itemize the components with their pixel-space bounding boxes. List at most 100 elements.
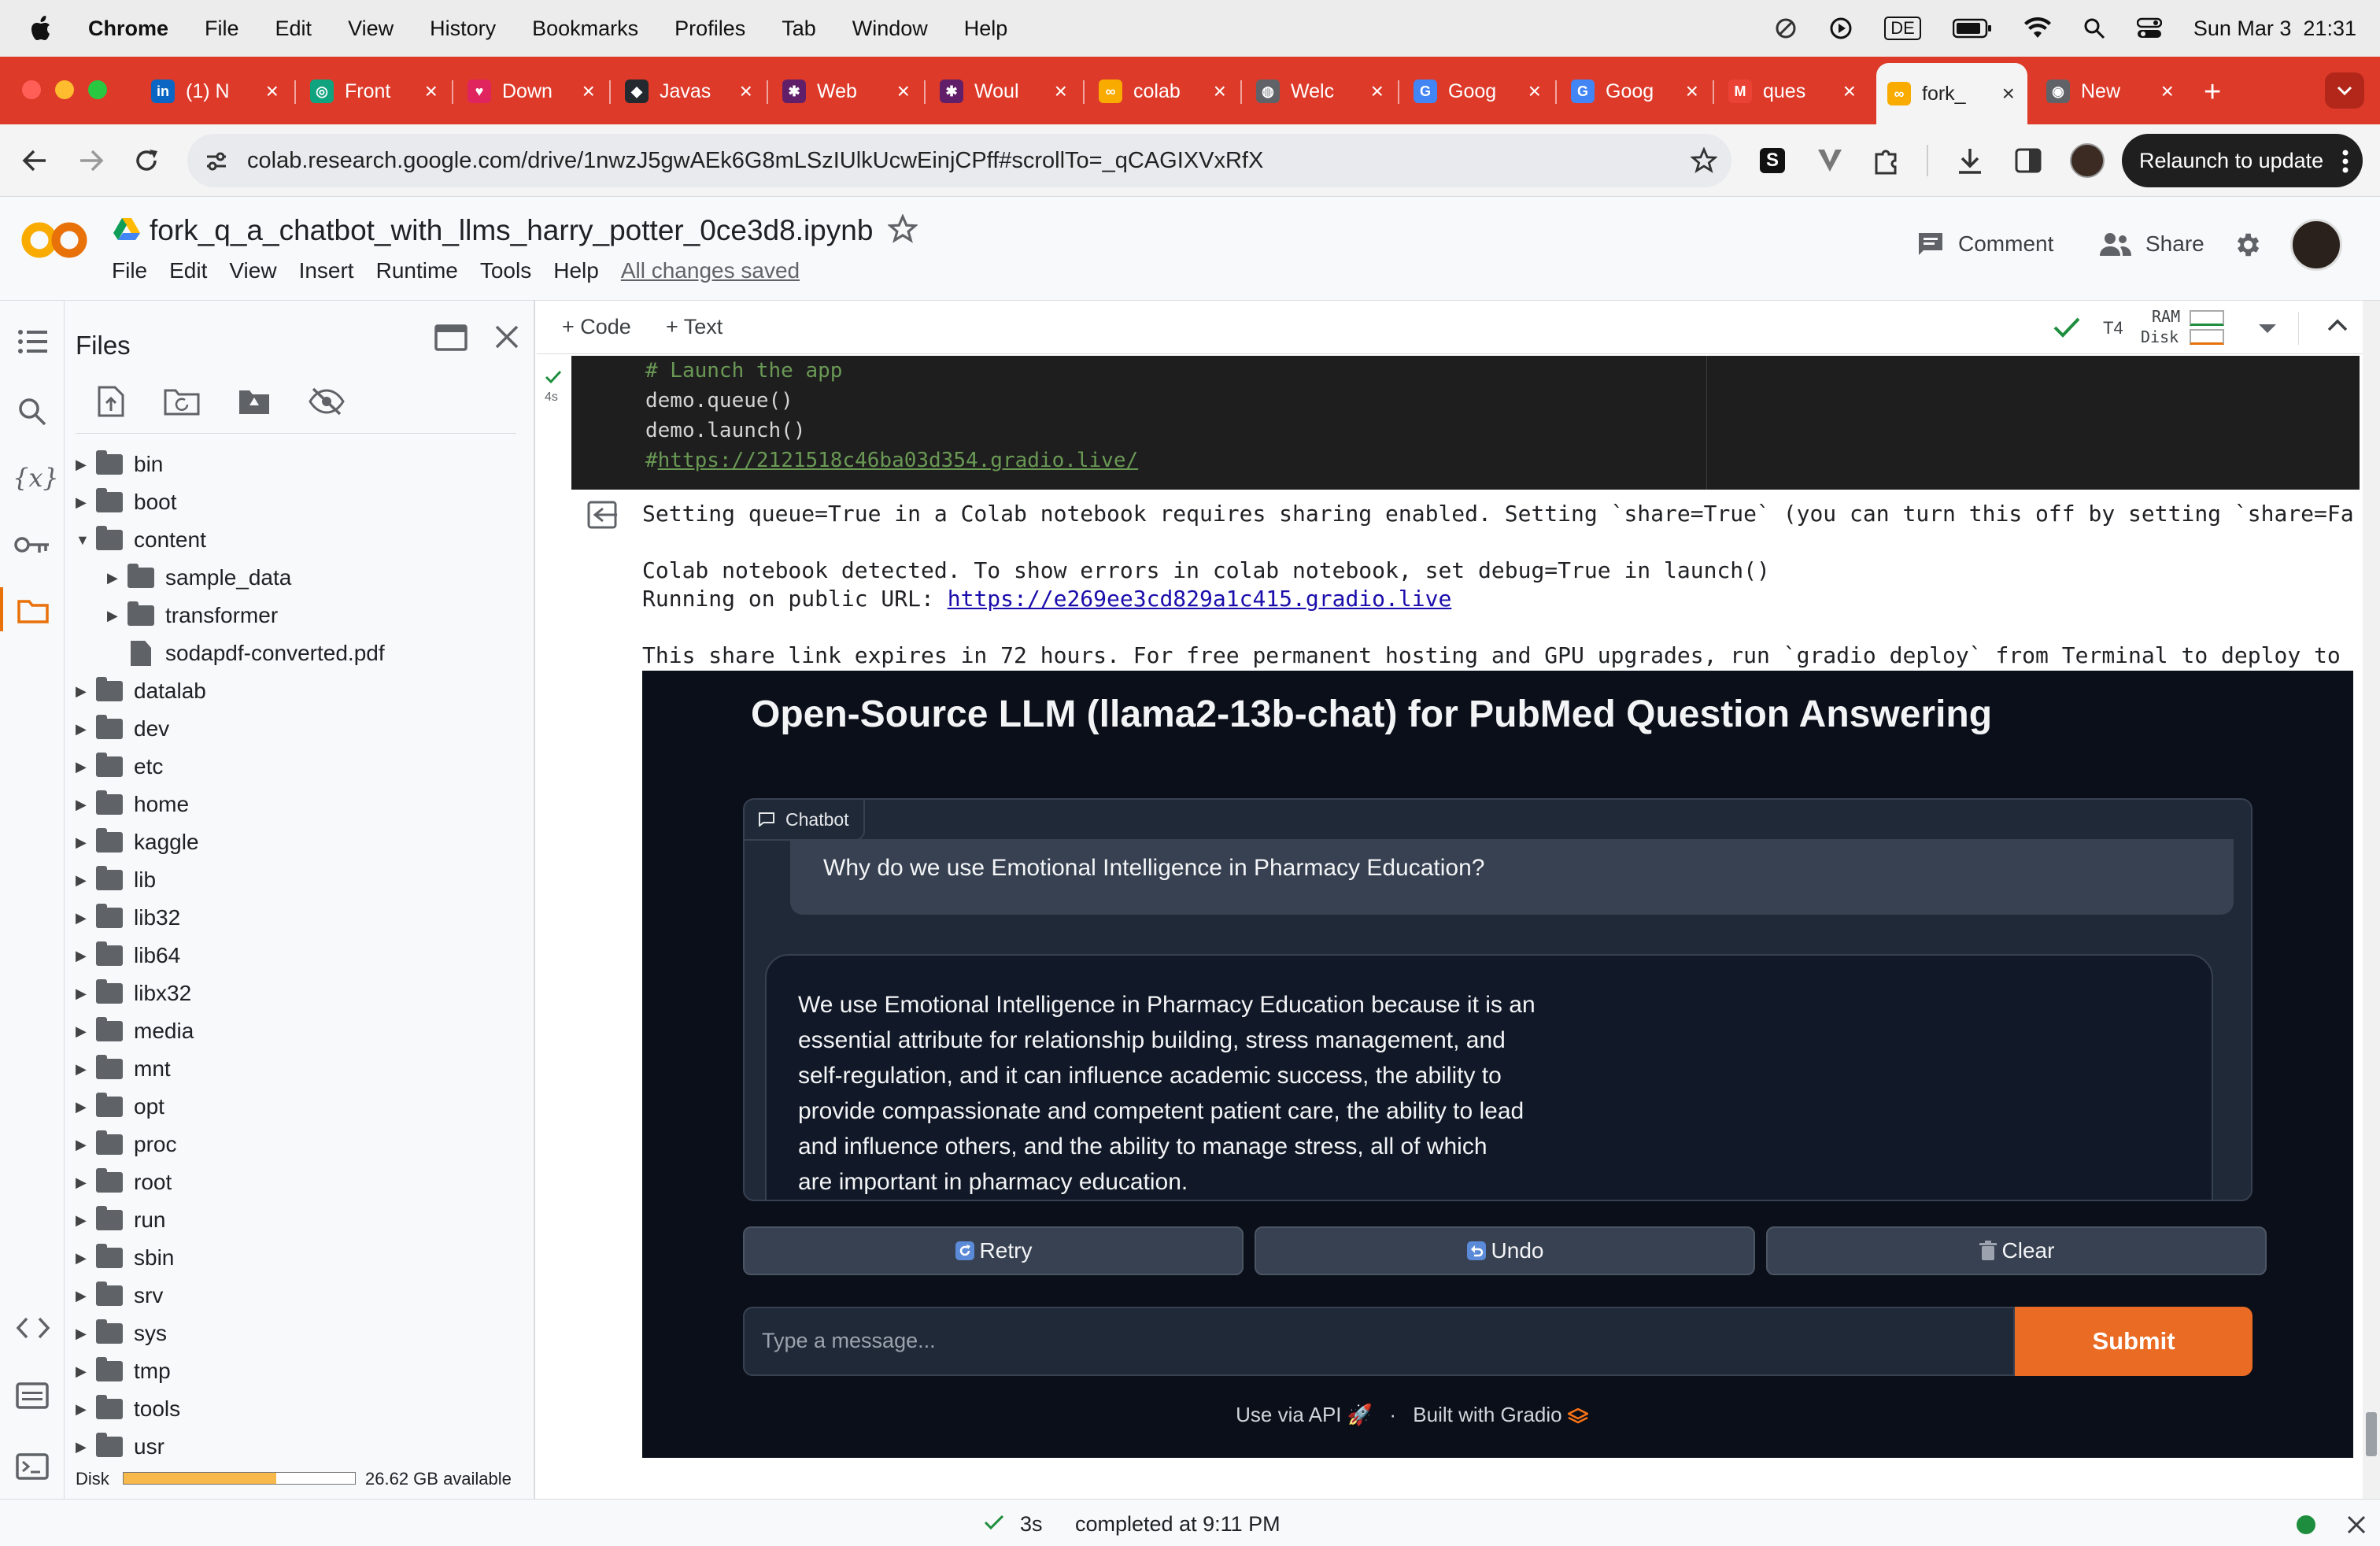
caret-right-icon[interactable]: ▶ (76, 494, 96, 511)
download-icon[interactable] (1957, 146, 1983, 175)
caret-right-icon[interactable]: ▶ (76, 457, 96, 473)
upload-file-icon[interactable] (98, 386, 124, 417)
folder-row[interactable]: ▶ libx32 (76, 975, 191, 1012)
tab-close-icon[interactable]: × (1528, 79, 1541, 104)
folder-row[interactable]: ▶ sys (76, 1315, 167, 1352)
tab-close-icon[interactable]: × (2002, 81, 2015, 106)
secrets-key-icon[interactable] (14, 534, 50, 556)
caret-right-icon[interactable]: ▶ (76, 1363, 96, 1380)
relaunch-button[interactable]: Relaunch to update (2122, 134, 2363, 187)
tab-1[interactable]: ◎ Front × (299, 68, 450, 115)
tab-close-icon[interactable]: × (897, 79, 910, 104)
comment-button[interactable]: Comment (1917, 231, 2053, 257)
folder-row[interactable]: ▶ boot (76, 483, 177, 521)
caret-right-icon[interactable]: ▶ (76, 759, 96, 775)
built-with-gradio-link[interactable]: Built with Gradio (1413, 1403, 1588, 1426)
folder-row[interactable]: ▶ proc (76, 1126, 176, 1163)
toggle-hidden-files-icon[interactable] (309, 387, 345, 416)
tab-close-icon[interactable]: × (266, 79, 279, 104)
collapse-header-icon[interactable] (2326, 318, 2349, 332)
menu-edit[interactable]: Edit (275, 17, 312, 41)
table-of-contents-icon[interactable] (17, 329, 47, 354)
address-bar[interactable]: colab.research.google.com/drive/1nwzJ5gw… (187, 134, 1731, 187)
caret-right-icon[interactable]: ▶ (76, 1326, 96, 1342)
tab-5[interactable]: ✱ Woul × (929, 68, 1080, 115)
window-close-button[interactable] (22, 80, 41, 99)
play-icon[interactable] (1829, 17, 1853, 40)
star-notebook-icon[interactable] (888, 214, 918, 244)
runtime-type[interactable]: T4 (2103, 318, 2123, 338)
notebook-title[interactable]: fork_q_a_chatbot_with_llms_harry_potter_… (150, 214, 873, 247)
folder-row[interactable]: ▶ tools (76, 1390, 180, 1428)
public-url-link[interactable]: https://e269ee3cd829a1c415.gradio.live (948, 586, 1452, 612)
caret-right-icon[interactable]: ▶ (76, 834, 96, 851)
site-info-icon[interactable] (205, 150, 228, 173)
tab-close-icon[interactable]: × (425, 79, 438, 104)
caret-right-icon[interactable]: ▶ (76, 1023, 96, 1040)
menu-file[interactable]: File (205, 17, 239, 41)
colab-logo-icon[interactable] (20, 219, 88, 261)
folder-row[interactable]: ▶ transformer (107, 597, 278, 634)
use-via-api-link[interactable]: Use via API 🚀 (1236, 1403, 1373, 1426)
folder-row[interactable]: ▶ kaggle (76, 823, 199, 861)
folder-row[interactable]: ▶ srv (76, 1277, 163, 1315)
tab-4[interactable]: ✱ Web × (771, 68, 922, 115)
folder-row[interactable]: ▶ sample_data (107, 559, 291, 597)
caret-right-icon[interactable]: ▶ (76, 1137, 96, 1153)
caret-right-icon[interactable]: ▶ (76, 797, 96, 813)
tab-close-icon[interactable]: × (1214, 79, 1226, 104)
folder-row[interactable]: ▶ bin (76, 446, 163, 483)
folder-row[interactable]: ▶ dev (76, 710, 169, 748)
menu-view[interactable]: View (348, 17, 394, 41)
ram-meter[interactable] (2190, 310, 2224, 326)
output-action-icon[interactable] (587, 501, 619, 529)
nb-menu-insert[interactable]: Insert (299, 258, 354, 283)
caret-right-icon[interactable]: ▶ (76, 948, 96, 964)
nb-menu-runtime[interactable]: Runtime (376, 258, 458, 283)
caret-right-icon[interactable]: ▶ (76, 683, 96, 700)
menu-tab[interactable]: Tab (782, 17, 816, 41)
nb-menu-view[interactable]: View (229, 258, 276, 283)
caret-right-icon[interactable]: ▶ (76, 1174, 96, 1191)
tab-0[interactable]: in (1) N × (140, 68, 291, 115)
bookmark-star-icon[interactable] (1691, 147, 1717, 174)
code-snippets-icon[interactable] (16, 1316, 50, 1340)
find-icon[interactable] (17, 397, 47, 427)
menu-history[interactable]: History (430, 17, 496, 41)
side-panel-icon[interactable] (2015, 148, 2042, 173)
tab-close-icon[interactable]: × (1843, 79, 1856, 104)
url-text[interactable]: colab.research.google.com/drive/1nwzJ5gw… (247, 148, 1263, 174)
tab-search-button[interactable] (2325, 72, 2364, 109)
notebook-scrollbar[interactable] (2363, 301, 2380, 1499)
input-source[interactable]: DE (1884, 17, 1921, 40)
menu-window[interactable]: Window (852, 17, 928, 41)
forward-icon[interactable] (77, 146, 105, 175)
folder-row[interactable]: ▶ opt (76, 1088, 164, 1126)
clear-button[interactable]: Clear (1766, 1226, 2267, 1275)
menu-bookmarks[interactable]: Bookmarks (532, 17, 638, 41)
tab-close-icon[interactable]: × (582, 79, 595, 104)
terminal-icon[interactable] (16, 1453, 49, 1480)
nb-menu-tools[interactable]: Tools (480, 258, 531, 283)
menu-help[interactable]: Help (964, 17, 1008, 41)
file-row[interactable]: sodapdf-converted.pdf (107, 634, 385, 672)
nb-menu-help[interactable]: Help (553, 258, 599, 283)
submit-button[interactable]: Submit (2015, 1307, 2252, 1376)
folder-row[interactable]: ▶ etc (76, 748, 163, 786)
folder-row[interactable]: ▶ media (76, 1012, 194, 1050)
control-center-icon[interactable] (2136, 17, 2162, 39)
caret-right-icon[interactable]: ▶ (76, 1439, 96, 1455)
caret-right-icon[interactable]: ▶ (76, 1212, 96, 1229)
open-in-tab-icon[interactable] (434, 324, 468, 351)
extensions-puzzle-icon[interactable] (1873, 146, 1900, 175)
folder-row[interactable]: ▶ run (76, 1201, 165, 1239)
refresh-folder-icon[interactable] (164, 387, 200, 416)
caret-right-icon[interactable]: ▶ (107, 570, 128, 586)
disk-meter[interactable] (2190, 329, 2224, 345)
tab-close-icon[interactable]: × (740, 79, 752, 104)
tab-12[interactable]: ◉ New × (2035, 68, 2186, 115)
message-input[interactable]: Type a message... (743, 1307, 2015, 1376)
window-minimize-button[interactable] (55, 80, 74, 99)
new-tab-button[interactable]: + (2204, 76, 2221, 109)
mount-drive-icon[interactable] (238, 387, 271, 416)
